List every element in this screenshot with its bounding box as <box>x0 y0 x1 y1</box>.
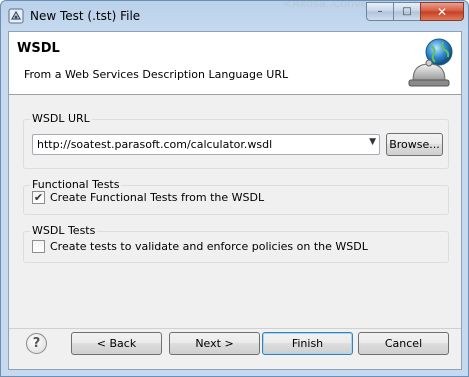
close-icon: ✕ <box>436 4 448 19</box>
wizard-footer: ? < Back Next > Finish Cancel <box>9 328 461 369</box>
create-functional-tests-checkbox[interactable]: ✔ <box>32 191 45 204</box>
close-button[interactable]: ✕ <box>420 2 464 21</box>
globe-bell-icon <box>408 38 453 87</box>
minimize-button[interactable]: – <box>366 2 393 21</box>
wsdl-tests-group: WSDL Tests Create tests to validate and … <box>23 224 449 263</box>
maximize-button[interactable]: □ <box>393 2 420 21</box>
wsdl-url-value: http://soatest.parasoft.com/calculator.w… <box>37 138 273 151</box>
create-policy-tests-checkbox[interactable] <box>32 240 45 253</box>
window-title: New Test (.tst) File <box>30 9 141 23</box>
dialog-window: New Test (.tst) File <Axdsa..Conversion … <box>0 0 469 377</box>
cancel-button[interactable]: Cancel <box>358 332 449 355</box>
checkbox-label: Create Functional Tests from the WSDL <box>50 191 265 204</box>
create-functional-tests-option[interactable]: ✔ Create Functional Tests from the WSDL <box>32 191 264 204</box>
checkbox-label: Create tests to validate and enforce pol… <box>50 240 368 253</box>
wizard-header: WSDL From a Web Services Description Lan… <box>9 32 461 95</box>
wsdl-url-combo[interactable]: http://soatest.parasoft.com/calculator.w… <box>32 134 380 155</box>
create-policy-tests-option[interactable]: Create tests to validate and enforce pol… <box>32 240 368 253</box>
eclipse-app-icon <box>8 8 24 24</box>
page-description: From a Web Services Description Language… <box>24 68 289 81</box>
minimize-icon: – <box>377 6 383 17</box>
dropdown-arrow-icon[interactable]: ▼ <box>369 137 376 147</box>
functional-tests-group: Functional Tests ✔ Create Functional Tes… <box>23 178 449 215</box>
finish-button[interactable]: Finish <box>262 332 353 355</box>
group-label: WSDL URL <box>30 112 92 125</box>
browse-button[interactable]: Browse... <box>386 133 443 156</box>
next-button[interactable]: Next > <box>169 332 260 355</box>
group-label: WSDL Tests <box>30 224 98 237</box>
wizard-body: WSDL URL http://soatest.parasoft.com/cal… <box>9 96 461 328</box>
help-icon[interactable]: ? <box>26 333 47 354</box>
page-title: WSDL <box>17 41 60 56</box>
dialog-client-area: WSDL From a Web Services Description Lan… <box>8 31 462 370</box>
wsdl-url-group: WSDL URL http://soatest.parasoft.com/cal… <box>23 112 449 169</box>
group-label: Functional Tests <box>30 178 122 191</box>
back-button[interactable]: < Back <box>71 332 162 355</box>
title-bar[interactable]: New Test (.tst) File <Axdsa..Conversion … <box>1 1 468 31</box>
maximize-icon: □ <box>402 6 412 17</box>
